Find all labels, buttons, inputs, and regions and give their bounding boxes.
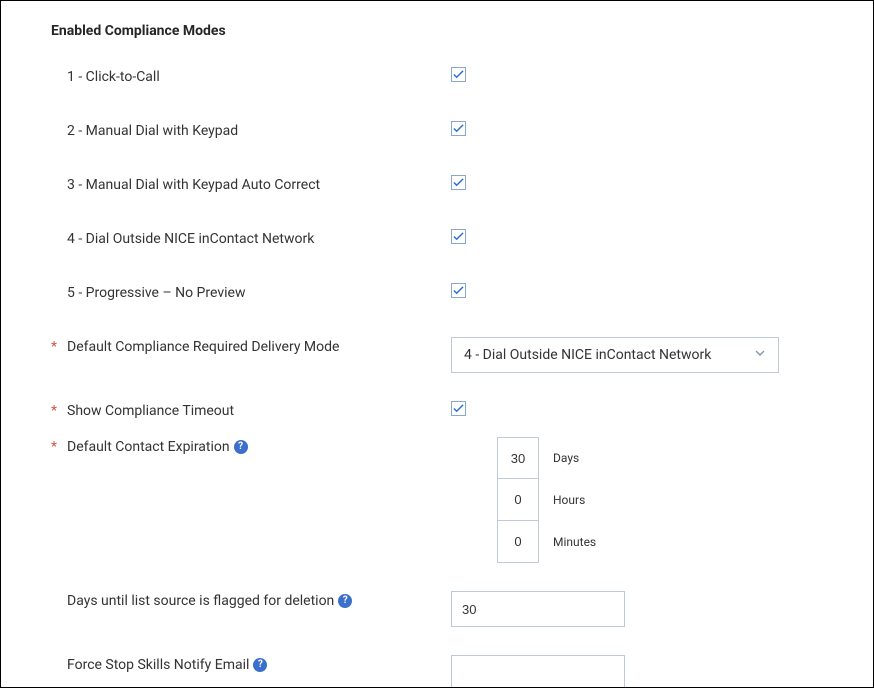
check-icon <box>453 403 464 414</box>
expiration-hours-input[interactable] <box>497 479 539 521</box>
mode-checkbox-5[interactable] <box>451 283 466 298</box>
flag-deletion-row: Days until list source is flagged for de… <box>51 591 823 627</box>
check-icon <box>453 177 464 188</box>
mode-label: 4 - Dial Outside NICE inContact Network <box>67 231 314 247</box>
flag-deletion-label: Days until list source is flagged for de… <box>67 593 334 609</box>
compliance-timeout-checkbox[interactable] <box>451 401 466 416</box>
required-indicator: * <box>51 439 61 455</box>
contact-expiration-label: Default Contact Expiration <box>67 439 230 455</box>
help-icon[interactable]: ? <box>253 658 267 672</box>
mode-row-2: 2 - Manual Dial with Keypad <box>51 121 823 139</box>
mode-checkbox-3[interactable] <box>451 175 466 190</box>
delivery-mode-selected: 4 - Dial Outside NICE inContact Network <box>464 347 711 363</box>
flag-deletion-input[interactable] <box>451 591 625 627</box>
unit-hours: Hours <box>553 493 585 507</box>
mode-row-5: 5 - Progressive – No Preview <box>51 283 823 301</box>
contact-expiration-row: * Default Contact Expiration ? Days Hour… <box>51 437 823 563</box>
mode-row-3: 3 - Manual Dial with Keypad Auto Correct <box>51 175 823 193</box>
mode-checkbox-4[interactable] <box>451 229 466 244</box>
mode-row-4: 4 - Dial Outside NICE inContact Network <box>51 229 823 247</box>
check-icon <box>453 231 464 242</box>
required-indicator: * <box>51 339 61 355</box>
compliance-timeout-row: * Show Compliance Timeout <box>51 401 823 419</box>
mode-checkbox-1[interactable] <box>451 67 466 82</box>
delivery-mode-row: * Default Compliance Required Delivery M… <box>51 337 823 373</box>
chevron-down-icon <box>754 347 766 363</box>
mode-label: 2 - Manual Dial with Keypad <box>67 123 238 139</box>
compliance-timeout-label: Show Compliance Timeout <box>67 403 234 419</box>
check-icon <box>453 69 464 80</box>
check-icon <box>453 123 464 134</box>
mode-label: 5 - Progressive – No Preview <box>67 285 245 301</box>
notify-email-label: Force Stop Skills Notify Email <box>67 657 249 673</box>
mode-checkbox-2[interactable] <box>451 121 466 136</box>
unit-minutes: Minutes <box>553 535 596 549</box>
notify-email-input[interactable] <box>451 655 625 688</box>
delivery-mode-select[interactable]: 4 - Dial Outside NICE inContact Network <box>451 337 779 373</box>
help-icon[interactable]: ? <box>338 594 352 608</box>
expiration-minutes-input[interactable] <box>497 521 539 563</box>
mode-label: 3 - Manual Dial with Keypad Auto Correct <box>67 177 320 193</box>
mode-label: 1 - Click-to-Call <box>67 69 160 85</box>
expiration-days-input[interactable] <box>497 437 539 479</box>
delivery-mode-label: Default Compliance Required Delivery Mod… <box>67 339 339 355</box>
notify-email-row: Force Stop Skills Notify Email ? <box>51 655 823 688</box>
check-icon <box>453 285 464 296</box>
mode-row-1: 1 - Click-to-Call <box>51 67 823 85</box>
section-title: Enabled Compliance Modes <box>51 23 823 39</box>
required-indicator: * <box>51 403 61 419</box>
help-icon[interactable]: ? <box>234 440 248 454</box>
unit-days: Days <box>553 451 579 465</box>
